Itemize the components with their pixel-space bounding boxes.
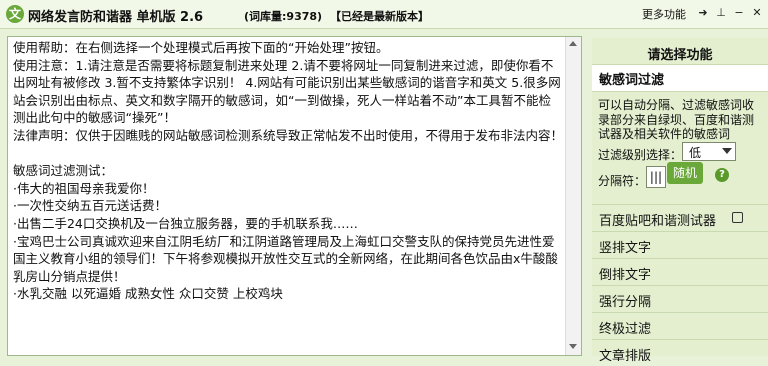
word-count-label: (词库量:9378)	[244, 10, 323, 23]
text-editor[interactable]: 使用帮助：在右侧选择一个处理模式后再按下面的“开始处理”按钮。 使用注意：1.请…	[7, 36, 582, 356]
filter-level-value: 低	[689, 146, 702, 160]
help-icon[interactable]: ?	[715, 168, 729, 182]
random-button[interactable]: 随机	[667, 162, 703, 184]
chevron-down-icon[interactable]	[722, 148, 732, 154]
version-status: 【已经是最新版本】	[330, 10, 429, 23]
more-functions-button[interactable]: 更多功能	[642, 6, 686, 22]
filter-level-label: 过滤级别选择：	[598, 148, 683, 162]
dock-bottom-icon[interactable]: ⊥	[714, 6, 728, 20]
editor-content[interactable]: 使用帮助：在右侧选择一个处理模式后再按下面的“开始处理”按钮。 使用注意：1.请…	[13, 39, 563, 355]
minimize-icon[interactable]: −	[732, 6, 746, 20]
title-bar: 文 网络发言防和谐器 单机版 2.6 (词库量:9378) 【已经是最新版本】 …	[0, 0, 768, 29]
filter-description: 可以自动分隔、过滤敏感词收录部分来自绿坝、百度和谐测试器及相关软件的敏感词	[598, 98, 755, 141]
menu-item-label: 敏感词过滤	[599, 73, 665, 88]
vertical-scrollbar[interactable]	[565, 37, 581, 355]
pin-icon[interactable]: ➜	[696, 6, 710, 20]
external-window-icon	[732, 212, 743, 223]
menu-item-label: 强行分隔	[599, 295, 652, 310]
menu-item-label: 竖排文字	[599, 241, 652, 256]
menu-item-article-layout[interactable]: 文章排版	[592, 339, 768, 366]
menu-item-reverse-text[interactable]: 倒排文字	[592, 258, 768, 285]
menu-item-label: 终极过滤	[599, 322, 652, 337]
app-logo-icon: 文	[6, 5, 24, 23]
separator-label: 分隔符：	[598, 174, 647, 188]
scroll-down-icon[interactable]	[569, 344, 577, 349]
close-icon[interactable]: ✕	[750, 6, 764, 20]
menu-item-ultimate-filter[interactable]: 终极过滤	[592, 312, 768, 339]
menu-item-label: 文章排版	[599, 349, 652, 364]
menu-item-vertical-text[interactable]: 竖排文字	[592, 231, 768, 258]
menu-item-label: 百度贴吧和谐测试器	[599, 214, 717, 229]
menu-item-sensitive-filter[interactable]: 敏感词过滤	[592, 64, 768, 92]
separator-input[interactable]: |||	[646, 166, 666, 188]
scroll-up-icon[interactable]	[569, 41, 577, 46]
menu-item-baidu-tester[interactable]: 百度贴吧和谐测试器	[592, 204, 768, 231]
menu-item-label: 倒排文字	[599, 268, 652, 283]
panel-heading: 请选择功能	[647, 48, 713, 63]
filter-options: 可以自动分隔、过滤敏感词收录部分来自绿坝、百度和谐测试器及相关软件的敏感词 过滤…	[592, 94, 768, 204]
filter-level-select[interactable]: 低	[682, 142, 736, 161]
app-title: 网络发言防和谐器 单机版 2.6	[28, 10, 204, 25]
menu-item-force-separate[interactable]: 强行分隔	[592, 285, 768, 312]
function-panel: 请选择功能 敏感词过滤 可以自动分隔、过滤敏感词收录部分来自绿坝、百度和谐测试器…	[592, 38, 768, 364]
